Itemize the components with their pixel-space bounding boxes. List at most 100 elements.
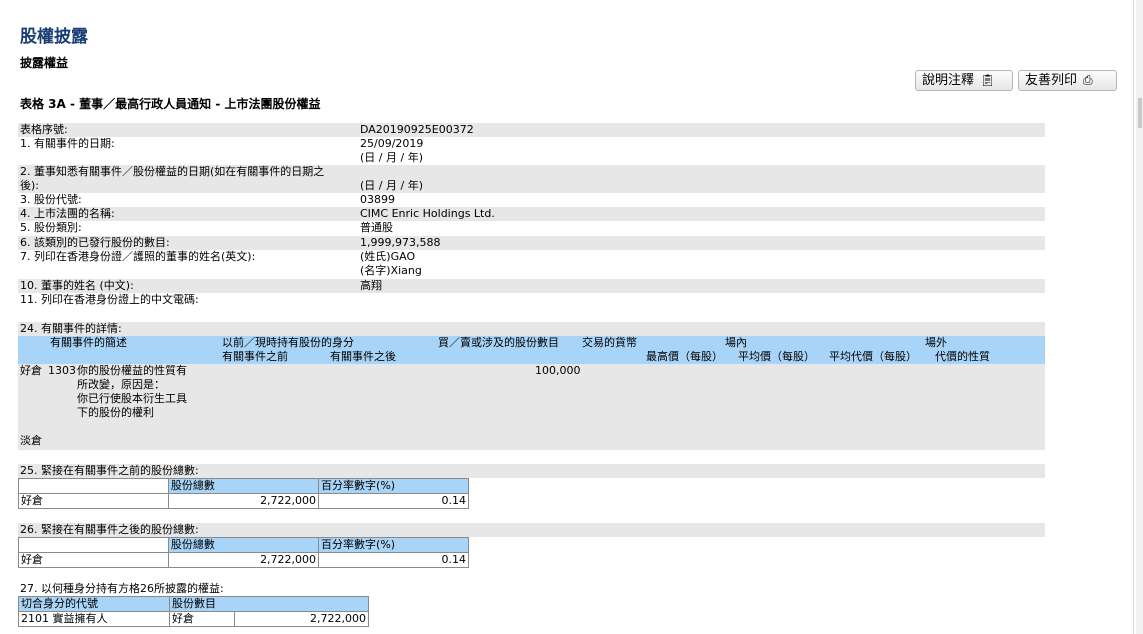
long-position-label: 好倉 (20, 364, 42, 377)
total-shares-cell: 2,722,000 (167, 552, 320, 568)
field-value: 普通股 (360, 221, 393, 234)
printer-icon: ⎙ (1083, 73, 1093, 87)
col-header-currency: 交易的貨幣 (582, 336, 637, 349)
field-row-3: 3. 股份代號: 03899 (18, 193, 1045, 207)
percentage-cell: 0.14 (318, 493, 469, 509)
section-24-body: 好倉 1303 你的股份權益的性質有 所改變，原因是： 你已行使股本衍生工具 下… (18, 364, 1045, 450)
col-header-off-exchange: 場外 (925, 336, 947, 349)
field-row-2: 2. 董事知悉有關事件／股份權益的日期(如在有關事件的日期之 後): (日 / … (18, 165, 1045, 193)
field-value-given-name: (名字)Xiang (360, 264, 422, 277)
field-row-11: 11. 列印在香港身份證上的中文電碼: (18, 293, 1045, 307)
section-26-title-row: 26. 緊接在有關事件之後的股份總數: (18, 523, 1045, 537)
field-label-cont: 後): (20, 179, 39, 192)
field-value: 1,999,973,588 (360, 236, 441, 249)
page-title: 股權披露 (20, 27, 88, 47)
explain-notes-button[interactable]: 說明注釋 📋︎ (915, 70, 1013, 91)
col-header-total-shares: 股份總數 (167, 478, 320, 494)
header-blank-cell (18, 537, 169, 553)
section-27-table: 切合身分的代號 股份數目 2101 實益擁有人 好倉 2,722,000 (18, 596, 369, 627)
header-blank-cell (18, 478, 169, 494)
field-label: 10. 董事的姓名 (中文): (20, 279, 134, 292)
event-desc-line: 所改變，原因是： (77, 378, 165, 391)
field-label: 2. 董事知悉有關事件／股份權益的日期(如在有關事件的日期之 (20, 165, 325, 178)
section-24-header: 有關事件的簡述 以前／現時持有股份的身分 有關事件之前 有關事件之後 買／賣或涉… (18, 336, 1045, 364)
page-subtitle: 披露權益 (20, 56, 69, 70)
field-label: 表格序號: (20, 123, 68, 136)
field-label: 11. 列印在香港身份證上的中文電碼: (20, 293, 199, 306)
shares-involved: 100,000 (535, 364, 581, 377)
shares-cell: 2,722,000 (234, 611, 369, 627)
row-label: 好倉 (18, 493, 169, 509)
table-header-row: 切合身分的代號 股份數目 (18, 596, 369, 612)
field-row-5: 5. 股份類別: 普通股 (18, 221, 1045, 235)
col-header-consideration-nature: 代價的性質 (935, 350, 990, 363)
field-row-serial: 表格序號: DA20190925E00372 (18, 123, 1045, 137)
field-row-7: 7. 列印在香港身份證／護照的董事的姓名(英文): (姓氏)GAO (名字)Xi… (18, 250, 1045, 278)
section-26-label: 26. 緊接在有關事件之後的股份總數: (20, 523, 199, 536)
col-header-desc: 有關事件的簡述 (50, 336, 127, 349)
col-header-number-of-shares: 股份數目 (169, 596, 369, 612)
capacity-code-cell: 2101 實益擁有人 (18, 611, 170, 627)
field-value: 25/09/2019 (360, 137, 424, 150)
field-label: 1. 有關事件的日期: (20, 137, 115, 150)
col-header-capacity: 以前／現時持有股份的身分 (222, 336, 354, 349)
col-header-after: 有關事件之後 (330, 350, 396, 363)
percentage-cell: 0.14 (318, 552, 469, 568)
table-row: 好倉 2,722,000 0.14 (18, 552, 469, 568)
clipboard-icon: 📋︎ (980, 73, 996, 87)
col-header-capacity-code: 切合身分的代號 (18, 596, 170, 612)
short-position-label: 淡倉 (20, 434, 42, 447)
field-row-4: 4. 上市法團的名稱: CIMC Enric Holdings Ltd. (18, 207, 1045, 221)
col-header-average-price: 平均價（每股） (738, 350, 815, 363)
date-format-hint: (日 / 月 / 年) (360, 151, 423, 164)
total-shares-cell: 2,722,000 (167, 493, 320, 509)
explain-notes-label: 說明注釋 (922, 73, 975, 88)
col-header-highest-price: 最高價（每股） (646, 350, 723, 363)
field-row-1: 1. 有關事件的日期: 25/09/2019 (日 / 月 / 年) (18, 137, 1045, 165)
col-header-shares: 買／賣或涉及的股份數目 (438, 336, 559, 349)
field-value: 高翔 (360, 279, 382, 292)
col-header-average-consideration: 平均代價（每股） (829, 350, 917, 363)
section-26-table: 股份總數 百分率數字(%) 好倉 2,722,000 0.14 (18, 537, 469, 568)
col-header-percentage: 百分率數字(%) (318, 537, 469, 553)
section-25-label: 25. 緊接在有關事件之前的股份總數: (20, 464, 199, 477)
section-25-table: 股份總數 百分率數字(%) 好倉 2,722,000 0.14 (18, 478, 469, 509)
col-header-percentage: 百分率數字(%) (318, 478, 469, 494)
section-27-label: 27. 以何種身分持有方格26所披露的權益: (20, 582, 224, 595)
table-header-row: 股份總數 百分率數字(%) (18, 478, 469, 494)
col-header-on-exchange: 場內 (725, 336, 747, 349)
friendly-print-button[interactable]: 友善列印 ⎙ (1018, 70, 1117, 91)
date-format-hint: (日 / 月 / 年) (360, 179, 423, 192)
section-27-title-row: 27. 以何種身分持有方格26所披露的權益: (18, 582, 1045, 596)
section-25-title-row: 25. 緊接在有關事件之前的股份總數: (18, 464, 1045, 478)
section-24-label: 24. 有關事件的詳情: (20, 322, 122, 335)
field-row-10: 10. 董事的姓名 (中文): 高翔 (18, 279, 1045, 293)
field-label: 4. 上市法團的名稱: (20, 207, 115, 220)
col-header-before: 有關事件之前 (222, 350, 288, 363)
field-value: DA20190925E00372 (360, 123, 474, 136)
form-title: 表格 3A - 董事／最高行政人員通知 - 上市法團股份權益 (20, 97, 321, 111)
event-code: 1303 (48, 364, 76, 377)
field-label: 7. 列印在香港身份證／護照的董事的姓名(英文): (20, 250, 256, 263)
event-desc-line: 下的股份的權利 (77, 406, 154, 419)
table-row: 好倉 2,722,000 0.14 (18, 493, 469, 509)
table-row: 2101 實益擁有人 好倉 2,722,000 (18, 611, 369, 627)
position-cell: 好倉 (169, 611, 235, 627)
event-desc-line: 你已行使股本衍生工具 (77, 392, 187, 405)
field-value: CIMC Enric Holdings Ltd. (360, 207, 495, 220)
field-label: 6. 該類別的已發行股份的數目: (20, 236, 170, 249)
field-row-6: 6. 該類別的已發行股份的數目: 1,999,973,588 (18, 236, 1045, 250)
section-24-title-row: 24. 有關事件的詳情: (18, 322, 1045, 336)
friendly-print-label: 友善列印 (1025, 73, 1078, 88)
frame-border (1133, 0, 1134, 634)
field-label: 3. 股份代號: (20, 193, 82, 206)
event-desc-line: 你的股份權益的性質有 (77, 364, 187, 377)
field-value-surname: (姓氏)GAO (360, 250, 416, 263)
field-value: 03899 (360, 193, 395, 206)
scrollbar-thumb[interactable] (1138, 98, 1142, 128)
row-label: 好倉 (18, 552, 169, 568)
field-label: 5. 股份類別: (20, 221, 82, 234)
table-header-row: 股份總數 百分率數字(%) (18, 537, 469, 553)
col-header-total-shares: 股份總數 (167, 537, 320, 553)
vertical-scrollbar[interactable] (1136, 0, 1143, 634)
